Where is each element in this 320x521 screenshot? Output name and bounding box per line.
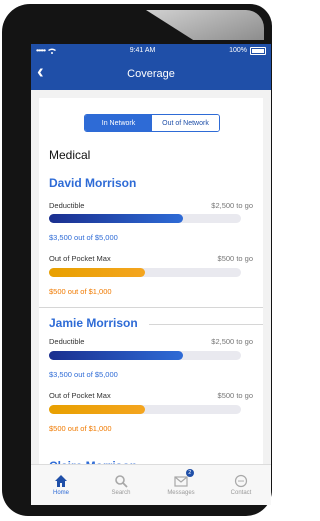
deductible-remaining: $2,500 to go: [211, 337, 253, 346]
member-name[interactable]: Jamie Morrison: [49, 316, 138, 330]
phone-glare: [146, 10, 264, 40]
wifi-icon: [48, 48, 57, 54]
deductible-remaining: $2,500 to go: [211, 201, 253, 210]
tab-label: Search: [111, 490, 131, 496]
tab-contact[interactable]: Contact: [211, 465, 271, 505]
tab-bar: Home Search 2 Messages Contact: [31, 464, 271, 505]
member-divider: [39, 307, 263, 308]
tab-messages[interactable]: 2 Messages: [151, 465, 211, 505]
chat-icon: [234, 474, 248, 488]
out-of-network-tab[interactable]: Out of Network: [152, 115, 219, 131]
deductible-progress-fill: [49, 351, 184, 360]
tab-label: Contact: [230, 490, 252, 496]
page-title: Coverage: [127, 67, 175, 80]
search-icon: [115, 475, 128, 488]
coverage-card: In Network Out of Network Medical David …: [39, 98, 263, 478]
deductible-label: Deductible: [49, 201, 85, 210]
messages-badge: 2: [185, 469, 194, 477]
tab-label: Messages: [167, 490, 195, 496]
oop-label: Out of Pocket Max: [49, 254, 111, 263]
oop-progress-fill: [49, 405, 145, 414]
deductible-progress-track: [49, 351, 241, 360]
section-title: Medical: [49, 148, 91, 162]
battery-percent: 100%: [229, 47, 247, 54]
battery-icon: [249, 46, 266, 55]
member-name[interactable]: David Morrison: [49, 176, 136, 190]
signal-strength: •••••: [36, 46, 46, 55]
nav-bar: ‹ Coverage: [31, 57, 271, 90]
oop-progress-track: [49, 268, 241, 277]
network-toggle: In Network Out of Network: [84, 114, 220, 132]
status-bar: ••••• 9:41 AM 100%: [31, 44, 271, 57]
oop-progress-fill: [49, 268, 145, 277]
in-network-tab[interactable]: In Network: [85, 115, 152, 131]
deductible-progress-track: [49, 214, 241, 223]
oop-amount: $500 out of $1,000: [49, 287, 112, 296]
mail-icon: [174, 476, 188, 487]
tab-label: Home: [52, 490, 69, 496]
deductible-amount: $3,500 out of $5,000: [49, 233, 118, 242]
oop-remaining: $500 to go: [217, 391, 253, 400]
oop-label: Out of Pocket Max: [49, 391, 111, 400]
oop-progress-track: [49, 405, 241, 414]
tab-home[interactable]: Home: [31, 465, 91, 505]
name-underline: [149, 324, 263, 325]
app-screen: ••••• 9:41 AM 100% ‹ Coverage In Network…: [31, 44, 271, 505]
back-chevron-icon[interactable]: ‹: [37, 62, 44, 82]
tab-search[interactable]: Search: [91, 465, 151, 505]
deductible-amount: $3,500 out of $5,000: [49, 370, 118, 379]
oop-amount: $500 out of $1,000: [49, 424, 112, 433]
deductible-progress-fill: [49, 214, 184, 223]
home-icon: [55, 475, 67, 487]
status-time: 9:41 AM: [129, 47, 156, 54]
oop-remaining: $500 to go: [217, 254, 253, 263]
deductible-label: Deductible: [49, 337, 85, 346]
